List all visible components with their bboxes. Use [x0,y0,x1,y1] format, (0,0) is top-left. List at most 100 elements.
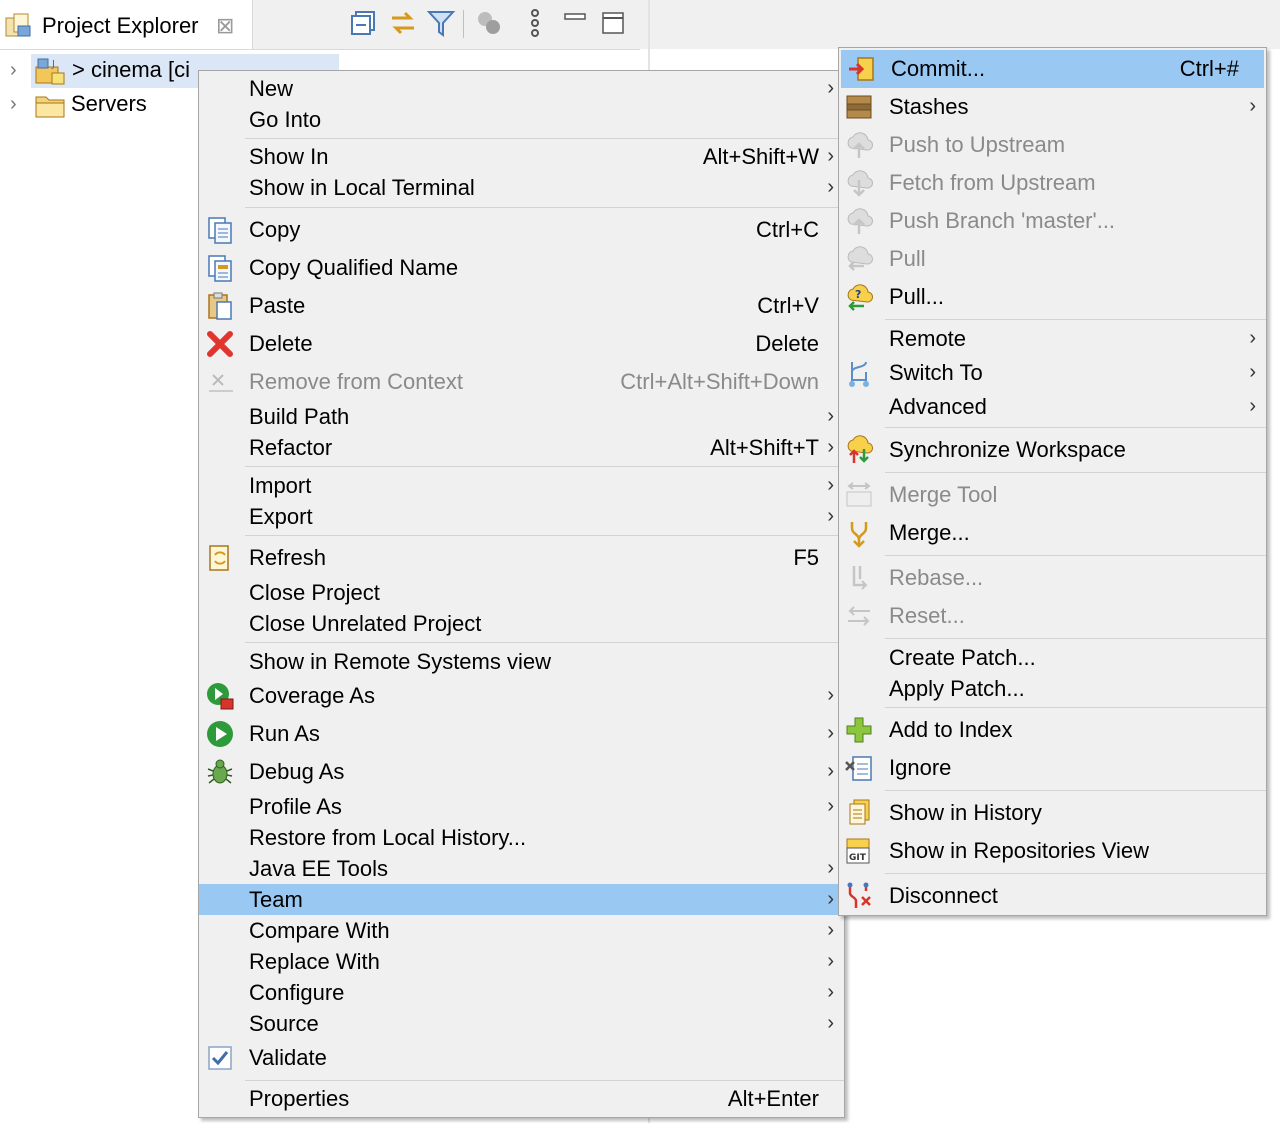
menu-item-push-branch[interactable]: Push Branch 'master'... [839,202,1266,240]
menu-item-restore-local-history[interactable]: Restore from Local History... [199,822,844,853]
svg-text:GIT: GIT [849,853,867,863]
menu-item-advanced[interactable]: Advanced › [839,390,1266,424]
chevron-right-icon: › [827,504,834,527]
reset-icon [848,606,870,626]
expand-arrow-icon[interactable]: › [10,93,17,116]
toolbar-divider [463,10,464,38]
menu-item-debug-as[interactable]: Debug As › [199,753,844,791]
menu-item-reset[interactable]: Reset... [839,597,1266,635]
menu-item-commit[interactable]: Commit... Ctrl+# [841,50,1264,88]
filter-icon[interactable] [426,8,456,38]
chevron-right-icon: › [827,887,834,910]
close-icon[interactable]: ⊠ [216,13,234,39]
rebase-icon [852,566,868,590]
menu-item-refactor[interactable]: Refactor Alt+Shift+T › [199,432,844,463]
menu-item-stashes[interactable]: Stashes › [839,88,1266,126]
chevron-right-icon: › [827,722,834,745]
menu-item-ignore[interactable]: Ignore [839,749,1266,787]
menu-item-source[interactable]: Source › [199,1008,844,1039]
context-menu: New › Go Into Show In Alt+Shift+W › Show… [198,70,845,1118]
menu-item-switch-to[interactable]: Switch To › [839,356,1266,390]
ignore-icon [845,756,872,781]
git-actions-icon[interactable] [474,8,504,38]
collapse-all-icon[interactable] [350,8,380,38]
menu-item-validate[interactable]: Validate [199,1039,844,1077]
menu-item-apply-patch[interactable]: Apply Patch... [839,673,1266,705]
menu-item-new[interactable]: New › [199,73,844,105]
menu-item-export[interactable]: Export › [199,501,844,532]
link-with-editor-icon[interactable] [388,8,418,38]
menu-item-coverage-as[interactable]: Coverage As › [199,677,844,715]
project-explorer-tab[interactable]: Project Explorer ⊠ [0,0,253,49]
fetch-cloud-icon [847,170,874,197]
menu-item-java-ee-tools[interactable]: Java EE Tools › [199,853,844,884]
chevron-right-icon: › [827,980,834,1003]
menu-item-compare-with[interactable]: Compare With › [199,915,844,946]
view-menu-icon[interactable] [520,8,550,38]
push-cloud-icon [847,132,874,158]
menu-item-copy-qualified-name[interactable]: Copy Qualified Name [199,249,844,287]
menu-item-fetch-from-upstream[interactable]: Fetch from Upstream [839,164,1266,202]
menu-item-push-to-upstream[interactable]: Push to Upstream [839,126,1266,164]
menu-item-show-in-remote-systems[interactable]: Show in Remote Systems view [199,646,844,677]
menu-separator [885,319,1266,320]
menu-item-build-path[interactable]: Build Path › [199,401,844,432]
menu-item-replace-with[interactable]: Replace With › [199,946,844,977]
maximize-icon[interactable] [598,8,628,38]
menu-item-merge[interactable]: Merge... [839,514,1266,552]
menu-item-show-in-history[interactable]: Show in History [839,794,1266,832]
editor-area-strip [650,0,1280,49]
menu-item-disconnect[interactable]: Disconnect [839,877,1266,915]
menu-item-properties[interactable]: Properties Alt+Enter [199,1083,844,1115]
menu-item-pull[interactable]: Pull [839,240,1266,278]
menu-item-refresh[interactable]: Refresh F5 [199,539,844,577]
tree-item-label: Servers [71,91,147,116]
svg-text:J: J [51,59,55,70]
disconnect-icon [847,882,871,908]
menu-item-import[interactable]: Import › [199,470,844,501]
menu-item-show-in-repositories[interactable]: GIT Show in Repositories View [839,832,1266,870]
menu-item-copy[interactable]: Copy Ctrl+C [199,211,844,249]
menu-item-delete[interactable]: Delete Delete [199,325,844,363]
menu-item-show-in[interactable]: Show In Alt+Shift+W › [199,141,844,173]
paste-icon [208,292,232,320]
switch-branch-icon [849,361,869,387]
menu-item-paste[interactable]: Paste Ctrl+V [199,287,844,325]
menu-item-remove-from-context[interactable]: Remove from Context Ctrl+Alt+Shift+Down [199,363,844,401]
menu-item-show-local-terminal[interactable]: Show in Local Terminal › [199,172,844,204]
add-icon [846,717,872,743]
expand-arrow-icon[interactable]: › [10,59,17,82]
merge-icon [850,522,868,548]
remove-from-context-icon [209,374,233,392]
menu-item-close-unrelated-project[interactable]: Close Unrelated Project [199,608,844,639]
menu-separator [885,427,1266,428]
menu-item-close-project[interactable]: Close Project [199,577,844,608]
chevron-right-icon: › [1249,361,1256,384]
chevron-right-icon: › [827,176,834,199]
menu-separator [245,642,844,643]
menu-item-synchronize-workspace[interactable]: Synchronize Workspace [839,430,1266,470]
menu-item-merge-tool[interactable]: Merge Tool [839,476,1266,514]
menu-separator [245,207,844,208]
menu-separator [885,638,1266,639]
menu-item-profile-as[interactable]: Profile As › [199,791,844,822]
menu-item-run-as[interactable]: Run As › [199,715,844,753]
tree-item-servers[interactable]: › Servers [0,89,200,121]
coverage-icon [207,683,234,710]
chevron-right-icon: › [827,1011,834,1034]
menu-item-configure[interactable]: Configure › [199,977,844,1008]
menu-item-go-into[interactable]: Go Into [199,104,844,136]
synchronize-icon [847,435,874,463]
menu-item-add-to-index[interactable]: Add to Index [839,711,1266,749]
menu-separator [885,873,1266,874]
menu-item-create-patch[interactable]: Create Patch... [839,642,1266,674]
svg-text:?: ? [855,288,861,301]
pull-dialog-icon: ? [847,284,874,311]
menu-item-remote[interactable]: Remote › [839,322,1266,356]
minimize-icon[interactable] [560,8,590,38]
chevron-right-icon: › [827,404,834,427]
git-repository-icon: GIT [846,838,870,864]
menu-item-rebase[interactable]: Rebase... [839,559,1266,597]
menu-item-team[interactable]: Team › [199,884,844,915]
menu-item-pull-dialog[interactable]: ? Pull... [839,278,1266,316]
